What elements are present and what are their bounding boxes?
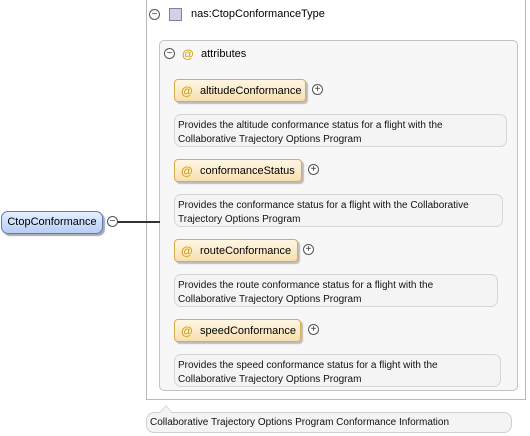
attribute-icon: @ xyxy=(181,84,193,98)
doc-line: Collaborative Trajectory Options Program xyxy=(178,134,362,145)
type-collapse-button[interactable]: − xyxy=(149,9,160,20)
expand-altitude-conformance-button[interactable]: + xyxy=(312,84,323,95)
doc-line: Provides the altitude conformance status… xyxy=(178,120,443,131)
attribute-altitude-conformance[interactable]: @ altitudeConformance xyxy=(174,79,306,102)
doc-line: Provides the conformance status for a fl… xyxy=(178,200,469,211)
attribute-documentation: Provides the conformance status for a fl… xyxy=(174,194,503,227)
type-name: nas:CtopConformanceType xyxy=(191,8,325,20)
attribute-documentation: Provides the altitude conformance status… xyxy=(174,114,507,147)
attribute-name: altitudeConformance xyxy=(200,85,302,97)
attribute-conformance-status[interactable]: @ conformanceStatus xyxy=(174,159,302,182)
complex-type-icon xyxy=(169,8,182,21)
attribute-documentation: Provides the speed conformance status fo… xyxy=(174,354,501,387)
expand-conformance-status-button[interactable]: + xyxy=(308,164,319,175)
connector-line xyxy=(117,221,160,223)
expand-speed-conformance-button[interactable]: + xyxy=(308,324,319,335)
attributes-label: attributes xyxy=(201,48,247,60)
doc-line: Provides the speed conformance status fo… xyxy=(178,360,438,371)
attribute-documentation: Provides the route conformance status fo… xyxy=(174,274,498,307)
element-documentation: Collaborative Trajectory Options Program… xyxy=(146,412,512,433)
attribute-name: conformanceStatus xyxy=(200,165,295,177)
doc-line: Trajectory Options Program xyxy=(178,214,301,225)
callout-pointer xyxy=(160,406,172,413)
expand-route-conformance-button[interactable]: + xyxy=(303,244,314,255)
attribute-icon: @ xyxy=(181,244,193,258)
attributes-collapse-button[interactable]: − xyxy=(164,48,175,59)
doc-line: Collaborative Trajectory Options Program xyxy=(178,374,362,385)
root-element-ctop-conformance[interactable]: CtopConformance xyxy=(1,211,103,234)
doc-line: Collaborative Trajectory Options Program xyxy=(178,294,362,305)
doc-line: Provides the route conformance status fo… xyxy=(178,280,434,291)
attribute-speed-conformance[interactable]: @ speedConformance xyxy=(174,319,301,342)
attribute-name: speedConformance xyxy=(200,325,297,337)
attribute-route-conformance[interactable]: @ routeConformance xyxy=(174,239,298,262)
attribute-icon: @ xyxy=(182,47,194,61)
attribute-icon: @ xyxy=(181,164,193,178)
attribute-icon: @ xyxy=(181,324,193,338)
attribute-name: routeConformance xyxy=(200,245,292,257)
